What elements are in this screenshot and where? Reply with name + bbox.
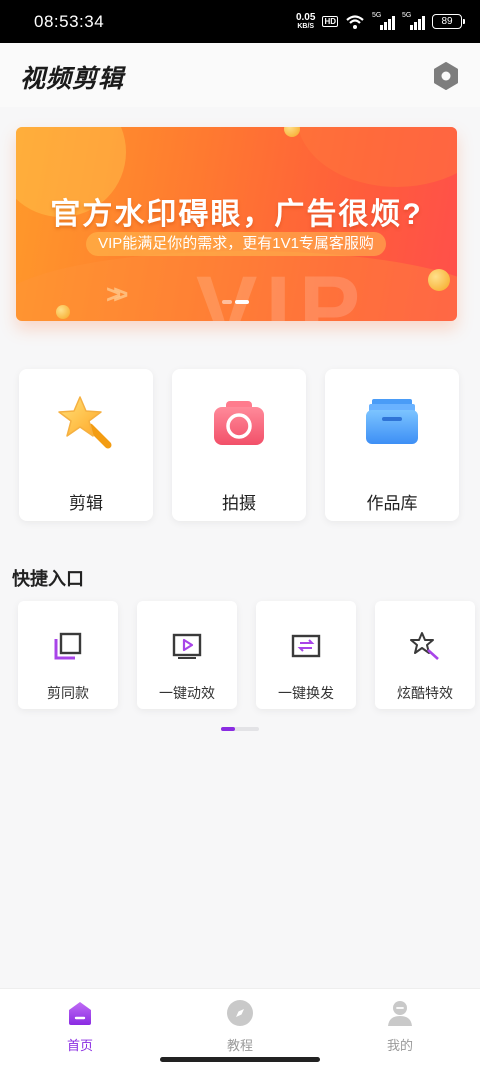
home-icon [69,1002,91,1025]
coin-decoration [56,305,70,319]
quick-item-label: 炫酷特效 [397,685,453,701]
play-box-icon [172,633,202,659]
sparkle-cursor-icon [410,632,439,660]
quick-item-label: 剪同款 [47,685,89,701]
quick-item-one-click-animate[interactable]: 一键动效 [137,601,237,709]
hexagon-settings-icon [434,62,458,90]
net-speed-unit: KB/S [297,22,315,30]
quick-item-one-click-hair[interactable]: 一键换发 [256,601,356,709]
app-logo: 视频剪辑 [20,64,125,93]
user-icon [388,1001,412,1026]
works-library-card[interactable]: 作品库 [325,369,459,521]
edit-label: 剪辑 [69,494,103,513]
swap-box-icon [291,634,321,658]
signal-icon-2: 5G [402,12,425,30]
banner-arrows-decoration: >> [106,279,129,309]
banner-dot-active [235,300,249,304]
quick-scroll-indicator-fill [221,727,236,731]
nav-label-tutorial: 教程 [226,1038,253,1053]
nav-item-home[interactable]: 首页 [40,999,120,1055]
coin-decoration [284,127,300,137]
edit-card[interactable]: 剪辑 [19,369,153,521]
quick-scroll-indicator [221,727,259,731]
promo-banner[interactable]: VIP >> 官方水印碍眼，广告很烦? VIP能满足你的需求，更有1V1专属客服… [16,127,457,321]
coin-decoration [428,269,450,291]
hd-badge: HD [322,16,338,27]
banner-page-indicator [222,300,249,304]
system-home-indicator[interactable] [160,1057,320,1062]
nav-item-tutorial[interactable]: 教程 [200,999,280,1055]
banner-decoration [297,127,457,187]
signal-icon-1: 5G [372,12,395,30]
nav-item-mine[interactable]: 我的 [360,999,440,1055]
battery-level: 89 [441,16,453,27]
net-speed-value: 0.05 [295,11,316,23]
battery-indicator: 89 [432,14,465,29]
status-time: 08:53:34 [34,11,105,31]
net-speed: 0.05 KB/S [295,11,316,31]
compass-icon [227,1000,253,1026]
shoot-card[interactable]: 拍摄 [172,369,306,521]
shoot-label: 拍摄 [222,494,256,513]
banner-dot [222,300,232,304]
wifi-icon [346,14,364,29]
camera-icon [214,401,264,445]
status-bar: 08:53:34 0.05 KB/S HD 5G 5G 89 [0,0,480,43]
copy-layers-icon [54,632,82,660]
quick-item-same-style[interactable]: 剪同款 [18,601,118,709]
quick-item-label: 一键换发 [278,685,334,701]
app-header: 视频剪辑 [0,43,480,107]
banner-subtext: VIP能满足你的需求，更有1V1专属客服购 [86,232,386,256]
nav-label-home: 首页 [66,1038,93,1053]
status-icons: 0.05 KB/S HD 5G 5G 89 [295,11,465,31]
banner-vip-watermark: VIP [196,258,369,321]
quick-item-label: 一键动效 [159,685,215,701]
star-wand-icon [58,396,112,449]
banner-headline: 官方水印碍眼，广告很烦? [50,198,423,231]
works-library-label: 作品库 [366,494,418,513]
quick-item-cool-effects[interactable]: 炫酷特效 [375,601,475,709]
settings-button[interactable] [430,60,462,92]
quick-section-title: 快捷入口 [12,569,84,589]
nav-label-mine: 我的 [386,1038,413,1053]
folder-icon [366,399,418,444]
